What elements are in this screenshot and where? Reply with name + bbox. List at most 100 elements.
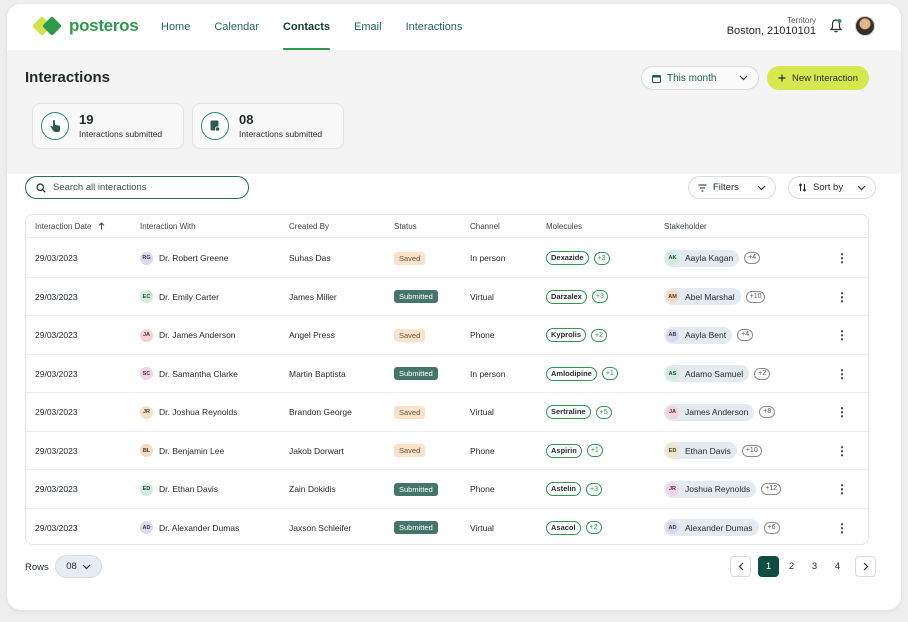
- molecule-more-chip[interactable]: +1: [601, 367, 618, 380]
- table-row[interactable]: 29/03/2023 EC Dr. Emily Carter James Miller…: [26, 278, 868, 316]
- nav-contacts[interactable]: Contacts: [273, 4, 340, 50]
- stat-label: Interactions submitted: [239, 129, 323, 139]
- row-menu-kebab-icon[interactable]: ⋮: [836, 278, 848, 316]
- row-menu-kebab-icon[interactable]: ⋮: [836, 316, 848, 354]
- molecule-more-chip[interactable]: +3: [591, 290, 608, 303]
- page-button-4[interactable]: 4: [827, 556, 848, 577]
- contact-name[interactable]: Dr. Alexander Dumas: [159, 523, 239, 533]
- stakeholder-more-chip[interactable]: +6: [763, 521, 780, 534]
- page-button-3[interactable]: 3: [804, 556, 825, 577]
- contact-name[interactable]: Dr. Robert Greene: [159, 253, 228, 263]
- table-row[interactable]: 29/03/2023 SC Dr. Samantha Clarke Martin Ba…: [26, 355, 868, 393]
- row-menu-kebab-icon[interactable]: ⋮: [836, 355, 848, 393]
- cell-stakeholder: AB Aayla Bent +4: [664, 316, 754, 354]
- contact-avatar: ED: [140, 482, 153, 496]
- molecule-chip[interactable]: Astelin: [546, 482, 582, 496]
- table-row[interactable]: 29/03/2023 JR Dr. Joshua Reynolds Brandon G…: [26, 393, 868, 432]
- contact-name[interactable]: Dr. Samantha Clarke: [159, 369, 238, 379]
- molecule-chip[interactable]: Darzalex: [546, 289, 587, 304]
- molecule-chip[interactable]: Aspirin: [546, 443, 582, 458]
- stakeholder-avatar: AS: [666, 367, 679, 380]
- molecule-chip[interactable]: Amlodipine: [546, 366, 597, 381]
- molecule-chip[interactable]: Sertraline: [546, 405, 591, 419]
- stakeholder-chip[interactable]: JA James Anderson: [664, 403, 755, 421]
- new-interaction-button[interactable]: New Interaction: [767, 66, 869, 90]
- column-header-channel[interactable]: Channel: [470, 215, 500, 238]
- stakeholder-chip[interactable]: JR Joshua Reynolds: [664, 480, 757, 498]
- stakeholder-chip[interactable]: AB Aayla Bent: [664, 326, 733, 344]
- stakeholder-more-chip[interactable]: +10: [741, 444, 762, 457]
- sort-ascending-icon: [98, 222, 105, 230]
- stakeholder-name: Aayla Kagan: [685, 253, 734, 263]
- next-page-button[interactable]: [855, 556, 876, 577]
- stakeholder-chip[interactable]: ED Ethan Davis: [664, 442, 737, 459]
- stakeholder-name: Ethan Davis: [685, 445, 731, 456]
- stakeholder-more-chip[interactable]: +10: [745, 290, 766, 303]
- contact-name[interactable]: Dr. Joshua Reynolds: [159, 407, 237, 417]
- molecule-more-chip[interactable]: +2: [591, 328, 607, 342]
- contact-name[interactable]: Dr. James Anderson: [159, 330, 236, 340]
- stakeholder-more-chip[interactable]: +4: [744, 252, 761, 264]
- row-menu-kebab-icon[interactable]: ⋮: [836, 509, 848, 545]
- column-header-created-by[interactable]: Created By: [289, 215, 329, 238]
- stakeholder-chip[interactable]: AS Adamo Samuel: [664, 365, 750, 382]
- column-header-date[interactable]: Interaction Date: [35, 215, 105, 238]
- stakeholder-more-chip[interactable]: +4: [737, 329, 754, 341]
- row-menu-kebab-icon[interactable]: ⋮: [836, 432, 848, 470]
- stakeholder-avatar: AM: [666, 290, 679, 303]
- molecule-more-chip[interactable]: +1: [586, 444, 603, 457]
- row-menu-kebab-icon[interactable]: ⋮: [836, 470, 848, 508]
- contact-name[interactable]: Dr. Emily Carter: [159, 292, 219, 302]
- page-button-2[interactable]: 2: [781, 556, 802, 577]
- brand-logo[interactable]: posteros: [32, 15, 139, 37]
- row-menu-kebab-icon[interactable]: ⋮: [836, 239, 848, 277]
- sort-dropdown[interactable]: Sort by: [788, 176, 876, 199]
- status-badge: Saved: [394, 328, 426, 342]
- table-row[interactable]: 29/03/2023 AD Dr. Alexander Dumas Jaxson Sc…: [26, 509, 868, 545]
- search-input[interactable]: Search all interactions: [25, 176, 249, 199]
- month-dropdown[interactable]: This month: [641, 66, 759, 90]
- contact-name[interactable]: Dr. Ethan Davis: [159, 484, 218, 494]
- molecule-chip[interactable]: Dexazide: [546, 251, 589, 265]
- molecule-chip[interactable]: Kyprolis: [546, 328, 587, 342]
- stat-value: 19: [79, 112, 94, 127]
- molecule-more-chip[interactable]: +3: [593, 251, 610, 265]
- stakeholder-more-chip[interactable]: +8: [759, 406, 776, 418]
- nav-email[interactable]: Email: [344, 4, 392, 50]
- nav-calendar[interactable]: Calendar: [204, 4, 269, 50]
- page-button-1[interactable]: 1: [758, 556, 779, 577]
- cell-status: Saved: [394, 432, 426, 470]
- cell-status: Submitted: [394, 509, 438, 545]
- rows-per-page-select[interactable]: 08: [55, 555, 102, 578]
- column-header-molecules[interactable]: Molecules: [546, 215, 582, 238]
- column-header-status[interactable]: Status: [394, 215, 417, 238]
- cell-created-by: Brandon George: [289, 407, 352, 417]
- contact-name[interactable]: Dr. Benjamin Lee: [159, 446, 224, 456]
- column-header-stakeholder[interactable]: Stakeholder: [664, 215, 707, 238]
- nav-interactions[interactable]: Interactions: [396, 4, 473, 50]
- stakeholder-chip[interactable]: AK Aayla Kagan: [664, 249, 740, 267]
- molecule-more-chip[interactable]: +5: [595, 405, 612, 419]
- stakeholder-chip[interactable]: AD Alexander Dumas: [664, 519, 759, 536]
- row-menu-kebab-icon[interactable]: ⋮: [836, 393, 848, 431]
- table-row[interactable]: 29/03/2023 ED Dr. Ethan Davis Zain Dokidis S…: [26, 470, 868, 509]
- user-avatar[interactable]: [855, 16, 875, 36]
- table-row[interactable]: 29/03/2023 JA Dr. James Anderson Angel Pres…: [26, 316, 868, 355]
- table-row[interactable]: 29/03/2023 BL Dr. Benjamin Lee Jakob Dorwar…: [26, 432, 868, 470]
- filters-dropdown[interactable]: Filters: [688, 176, 776, 199]
- stakeholder-name: Adamo Samuel: [685, 368, 744, 379]
- stakeholder-more-chip[interactable]: +12: [761, 483, 782, 495]
- stakeholder-chip[interactable]: AM Abel Marshal: [664, 288, 741, 305]
- molecule-chip[interactable]: Asacol: [546, 520, 581, 535]
- stakeholder-more-chip[interactable]: +2: [754, 367, 771, 380]
- bell-icon[interactable]: [829, 18, 843, 34]
- nav-home[interactable]: Home: [151, 4, 200, 50]
- territory-selector[interactable]: Territory Boston, 21010101: [727, 16, 816, 37]
- molecule-more-chip[interactable]: +3: [586, 482, 602, 496]
- molecule-more-chip[interactable]: +2: [585, 521, 602, 534]
- stakeholder-avatar: ED: [666, 444, 679, 457]
- new-interaction-label: New Interaction: [791, 72, 858, 84]
- prev-page-button[interactable]: [730, 556, 751, 577]
- table-row[interactable]: 29/03/2023 RG Dr. Robert Greene Suhas Das Sa…: [26, 239, 868, 278]
- column-header-with[interactable]: Interaction With: [140, 215, 196, 238]
